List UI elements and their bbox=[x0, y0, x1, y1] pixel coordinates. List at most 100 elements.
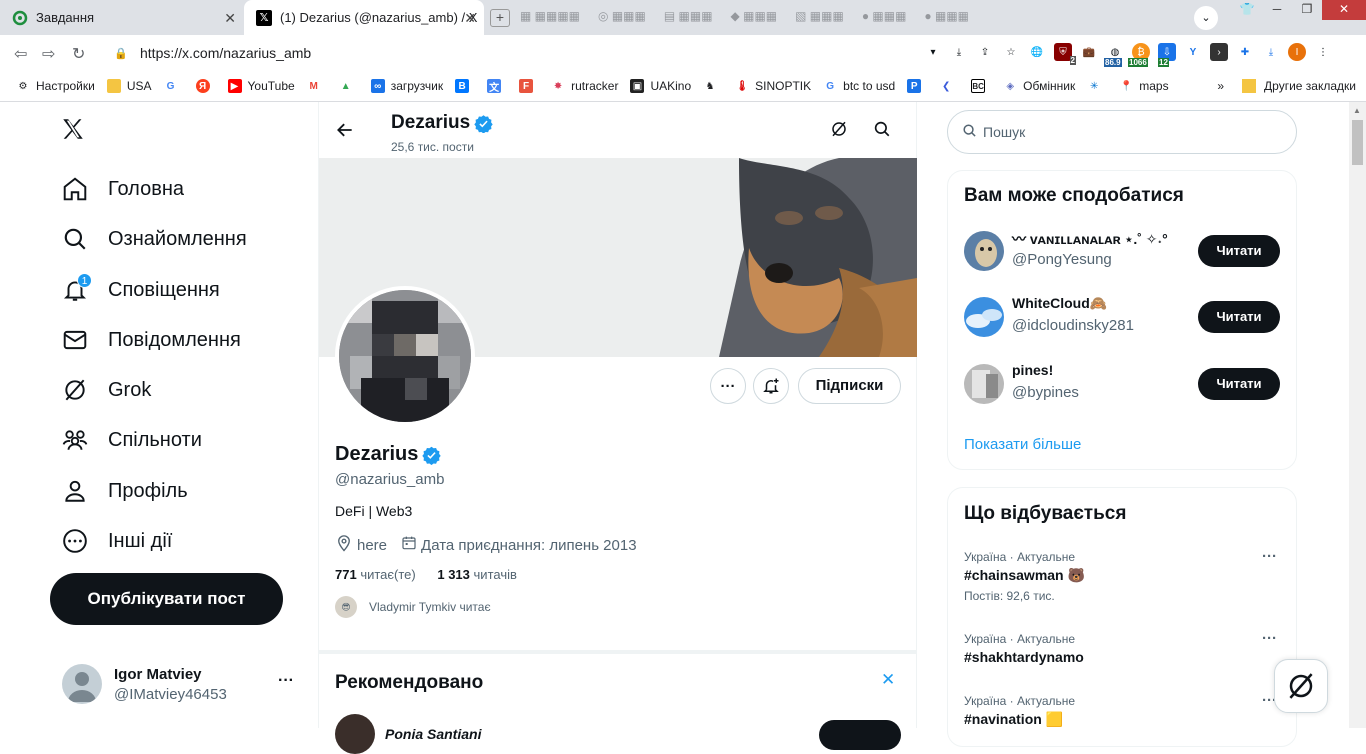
nav-messages[interactable]: Повідомлення bbox=[60, 320, 241, 360]
bookmark-item[interactable]: ♞ bbox=[703, 79, 723, 93]
follow-button[interactable]: Читати bbox=[1198, 235, 1280, 267]
bookmark-item[interactable]: ◈ Обмінник bbox=[1003, 79, 1075, 93]
close-window-button[interactable]: ✕ bbox=[1322, 0, 1366, 20]
x-logo-icon[interactable] bbox=[60, 116, 86, 150]
restore-button[interactable]: ❐ bbox=[1292, 0, 1322, 20]
trend-item[interactable]: Україна · Актуальне #shakhtardynamo ··· bbox=[964, 630, 1282, 665]
downloads-icon[interactable]: ⤓ bbox=[1262, 43, 1280, 61]
tab-ghost[interactable]: ◆ ▦▦▦ bbox=[731, 9, 778, 27]
url-text[interactable]: https://x.com/nazarius_amb bbox=[140, 45, 311, 61]
followers-link[interactable]: 1 313 читачів bbox=[437, 567, 517, 582]
dropdown-icon[interactable]: ▾ bbox=[924, 43, 942, 61]
minimize-button[interactable]: ─ bbox=[1262, 0, 1292, 20]
tab-ghost[interactable]: ● ▦▦▦ bbox=[862, 9, 907, 27]
bookmark-item[interactable]: G bbox=[164, 79, 184, 93]
grok-floating-button[interactable] bbox=[1274, 659, 1328, 713]
bookmark-item[interactable]: USA bbox=[106, 79, 152, 93]
scroll-up-icon[interactable]: ▲ bbox=[1353, 106, 1361, 115]
recommended-follow-button[interactable] bbox=[819, 720, 901, 750]
verified-badge-icon[interactable] bbox=[422, 445, 442, 465]
reload-icon[interactable]: ↻ bbox=[72, 44, 85, 64]
globe-icon[interactable]: 🌐 bbox=[1028, 43, 1046, 61]
bookmark-item[interactable]: В bbox=[455, 79, 475, 93]
show-more-link[interactable]: Показати більше bbox=[964, 436, 1081, 453]
bookmark-item[interactable]: Я bbox=[195, 79, 216, 93]
tab-ghost[interactable]: ▤ ▦▦▦ bbox=[664, 9, 713, 27]
tab-ghost[interactable]: ▦ ▦▦▦▦ bbox=[520, 9, 580, 27]
bookmark-item[interactable]: ▶ YouTube bbox=[227, 79, 295, 93]
following-link[interactable]: 771 читає(те) bbox=[335, 567, 416, 582]
shirt-icon[interactable]: 👕 bbox=[1232, 0, 1262, 20]
share-icon[interactable]: ⇪ bbox=[976, 43, 994, 61]
tab-search-button[interactable]: ⌄ bbox=[1194, 6, 1218, 30]
puzzle-icon[interactable]: ✚ bbox=[1236, 43, 1254, 61]
tab-ghost[interactable]: ◎ ▦▦▦ bbox=[598, 9, 646, 27]
bookmark-item[interactable]: 📍 maps bbox=[1119, 79, 1169, 93]
who-to-follow-item[interactable]: pines! @bypines Читати bbox=[964, 362, 1282, 406]
bookmarks-more-button[interactable]: » bbox=[1217, 79, 1224, 93]
bitcoin-icon[interactable]: ₿ 1066 bbox=[1128, 43, 1150, 67]
tab-ghost[interactable]: ● ▦▦▦ bbox=[924, 9, 969, 27]
terminal-icon[interactable]: › bbox=[1210, 43, 1228, 61]
profile-more-button[interactable]: ··· bbox=[710, 368, 746, 404]
bookmark-item[interactable]: ✸ rutracker bbox=[551, 79, 619, 93]
profile-avatar[interactable]: I bbox=[1288, 43, 1306, 61]
menu-dots-icon[interactable]: ⋮ bbox=[1314, 43, 1332, 61]
recommended-user-peek[interactable]: Ponia Santiani bbox=[335, 714, 481, 754]
back-arrow-icon[interactable] bbox=[335, 120, 355, 146]
bookmark-item[interactable]: ∞ загрузчик bbox=[370, 79, 443, 93]
forward-arrow-icon[interactable]: ⇨ bbox=[42, 44, 55, 64]
bookmark-item[interactable]: ❮ bbox=[939, 79, 959, 93]
bookmark-item[interactable]: ▲ bbox=[339, 79, 359, 93]
lock-icon[interactable]: 🔒 bbox=[114, 47, 128, 60]
tab-ghost[interactable]: ▧ ▦▦▦ bbox=[795, 9, 844, 27]
nav-communities[interactable]: Спільноти bbox=[60, 420, 202, 460]
bookmark-item[interactable]: F bbox=[519, 79, 539, 93]
tab-close-icon[interactable]: ✕ bbox=[224, 10, 236, 27]
star-icon[interactable]: ☆ bbox=[1002, 43, 1020, 61]
bookmark-item[interactable]: P bbox=[907, 79, 927, 93]
trend-item[interactable]: Україна · Актуальне #navination 🟨 ··· bbox=[964, 692, 1282, 728]
account-more-icon[interactable]: ··· bbox=[278, 672, 294, 690]
subscriptions-button[interactable]: Підписки bbox=[798, 368, 901, 404]
bookmark-item[interactable]: BC bbox=[971, 79, 991, 93]
trend-more-icon[interactable]: ··· bbox=[1262, 548, 1277, 565]
profile-avatar[interactable] bbox=[335, 286, 475, 426]
bookmark-item[interactable]: ✳ bbox=[1087, 79, 1107, 93]
address-bar[interactable]: 🔒 https://x.com/nazarius_amb bbox=[100, 39, 940, 67]
followed-by[interactable]: 😎 Vladymir Tymkiv читає bbox=[335, 596, 491, 618]
bookmark-item[interactable]: ▣ UAKino bbox=[630, 79, 691, 93]
account-switcher[interactable]: Igor Matviey @IMatviey46453 ··· bbox=[62, 664, 302, 704]
who-to-follow-item[interactable]: 〰 ᴠᴀɴɪʟʟᴀɴᴀʟᴀʀ ⋆.˚ ✧˖° @PongYesung Читат… bbox=[964, 229, 1282, 273]
briefcase-icon[interactable]: 💼 bbox=[1080, 43, 1098, 61]
new-tab-button[interactable]: + bbox=[490, 9, 510, 27]
y-ext-icon[interactable]: Y bbox=[1184, 43, 1202, 61]
install-icon[interactable]: ⤓ bbox=[950, 43, 968, 61]
nav-notifications[interactable]: 1 Сповіщення bbox=[60, 270, 220, 310]
browser-tab-x[interactable]: 𝕏 (1) Dezarius (@nazarius_amb) / X ✕ bbox=[244, 0, 484, 35]
scrollbar-thumb[interactable] bbox=[1352, 120, 1363, 165]
close-icon[interactable]: ✕ bbox=[881, 670, 895, 690]
other-bookmarks[interactable]: Другие закладки bbox=[1264, 79, 1356, 93]
tab-close-icon[interactable]: ✕ bbox=[464, 10, 476, 27]
trend-item[interactable]: Україна · Актуальне #chainsawman 🐻 Пості… bbox=[964, 548, 1282, 603]
ublock-icon[interactable]: ⛨ 2 bbox=[1054, 43, 1076, 65]
bookmark-item[interactable]: 文 bbox=[487, 79, 507, 94]
grok-icon[interactable] bbox=[830, 120, 848, 143]
nav-profile[interactable]: Профіль bbox=[60, 471, 188, 511]
vpn-icon[interactable]: ◍ 86.9 bbox=[1104, 43, 1124, 67]
search-input[interactable]: Пошук bbox=[947, 110, 1297, 154]
bookmark-item[interactable]: 🌡 SINOPTIK bbox=[735, 79, 811, 93]
nav-home[interactable]: Головна bbox=[60, 169, 184, 209]
nav-grok[interactable]: Grok bbox=[60, 370, 151, 410]
post-button[interactable]: Опублікувати пост bbox=[50, 573, 283, 625]
nav-explore[interactable]: Ознайомлення bbox=[60, 219, 247, 259]
nav-more[interactable]: Інші дії bbox=[60, 521, 172, 561]
page-scrollbar[interactable]: ▲ bbox=[1349, 102, 1366, 728]
follow-button[interactable]: Читати bbox=[1198, 368, 1280, 400]
search-icon[interactable] bbox=[873, 120, 891, 143]
trend-more-icon[interactable]: ··· bbox=[1262, 630, 1277, 647]
bookmark-item[interactable]: Gbtc to usd bbox=[823, 79, 895, 93]
bookmark-item[interactable]: M bbox=[307, 79, 327, 93]
follow-button[interactable]: Читати bbox=[1198, 301, 1280, 333]
